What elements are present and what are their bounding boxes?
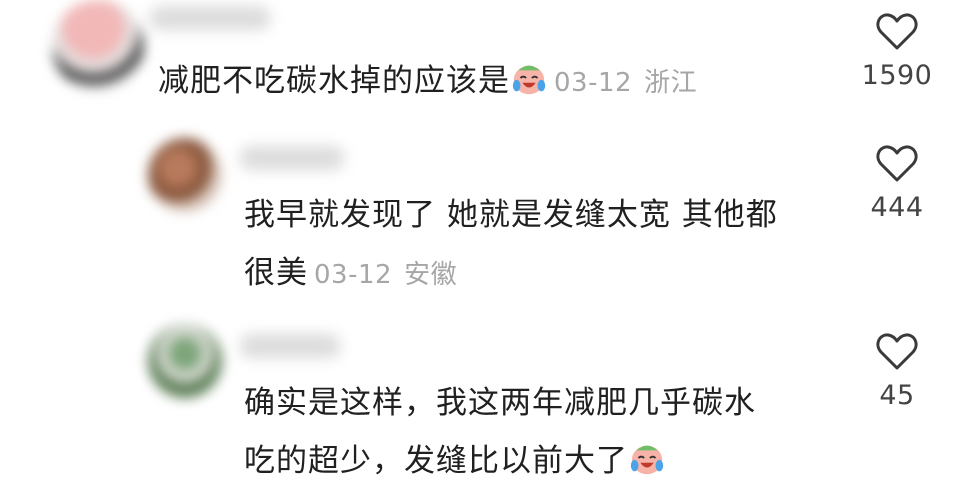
comment-date: 03-12 [554, 68, 633, 98]
comment-text-line: 确实是这样，我这两年减肥几乎碳水 [244, 385, 756, 421]
comment-item: 减肥不吃碳水掉的应该是 03-12 浙江 1590 [0, 0, 960, 120]
username[interactable] [240, 334, 340, 358]
username[interactable] [240, 146, 344, 170]
like-count: 45 [879, 380, 915, 411]
comment-item: 我早就发现了 她就是发缝太宽 其他都 很美 03-12 安徽 444 [0, 120, 960, 310]
heart-icon [876, 13, 918, 50]
like-button[interactable]: 1590 [852, 12, 942, 91]
avatar[interactable] [148, 324, 222, 398]
like-count: 444 [870, 192, 924, 223]
comment-text-line: 减肥不吃碳水掉的应该是 [158, 63, 510, 99]
comment-item: 确实是这样，我这两年减肥几乎碳水 吃的超少，发缝比以前大了 45 [0, 310, 960, 484]
heart-icon [876, 333, 918, 370]
crying-laughing-face-icon [630, 445, 664, 475]
comment-meta: 03-12 浙江 [554, 68, 697, 98]
comment-text[interactable]: 确实是这样，我这两年减肥几乎碳水 吃的超少，发缝比以前大了 [244, 374, 756, 484]
comment-text-line: 我早就发现了 她就是发缝太宽 其他都 [244, 197, 778, 233]
comment-text[interactable]: 我早就发现了 她就是发缝太宽 其他都 很美 03-12 安徽 [244, 186, 778, 304]
comment-text-line-2: 吃的超少，发缝比以前大了 [244, 432, 756, 484]
like-count: 1590 [861, 60, 933, 91]
crying-laughing-face-icon [512, 65, 546, 95]
comment-meta: 03-12 安徽 [314, 260, 457, 290]
comment-location: 安徽 [404, 260, 458, 290]
avatar[interactable] [148, 138, 222, 212]
comment-location: 浙江 [644, 68, 698, 98]
username[interactable] [150, 6, 270, 30]
comment-text-line: 很美 [244, 255, 308, 291]
comment-text[interactable]: 减肥不吃碳水掉的应该是 03-12 浙江 [158, 52, 697, 112]
comment-text-line: 吃的超少，发缝比以前大了 [244, 443, 628, 479]
comment-date: 03-12 [314, 260, 393, 290]
avatar[interactable] [52, 0, 144, 92]
comment-list: 减肥不吃碳水掉的应该是 03-12 浙江 1590 我早就发现了 她就是发缝太宽 … [0, 0, 960, 484]
like-button[interactable]: 45 [852, 332, 942, 411]
comment-text-line-2: 很美 03-12 安徽 [244, 244, 778, 304]
heart-icon [876, 145, 918, 182]
like-button[interactable]: 444 [852, 144, 942, 223]
